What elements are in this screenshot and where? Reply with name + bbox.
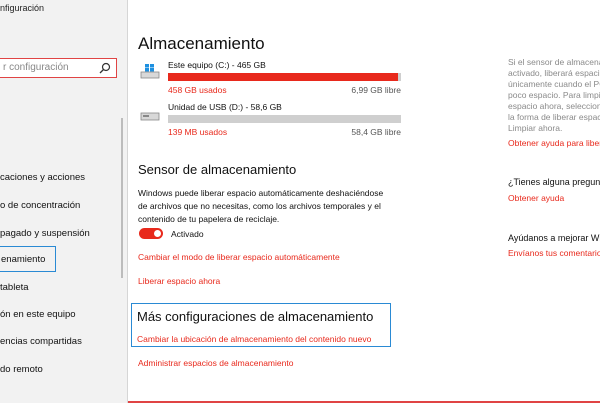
sidebar-item-remote-desktop[interactable]: do remoto [0,364,125,375]
sidebar-item-notifications[interactable]: caciones y acciones [0,172,125,183]
info-line: únicamente cuando el PC [508,79,600,89]
drive-free: 58,4 GB libre [351,127,401,137]
sidebar-item-storage[interactable]: enamiento [0,246,56,272]
get-help-freeing-link[interactable]: Obtener ayuda para liber [508,138,600,148]
info-line: espacio ahora, seleccion [508,101,600,111]
search-placeholder: r configuración [3,62,69,73]
sidebar-item-tablet[interactable]: tableta [0,282,125,293]
sidebar-item-power[interactable]: pagado y suspensión [0,228,125,239]
usb-drive-icon [140,112,160,121]
drive-free: 6,99 GB libre [351,85,401,95]
change-save-location-link[interactable]: Cambiar la ubicación de almacenamiento d… [137,334,371,344]
improve-heading: Ayúdanos a mejorar Win [508,233,600,243]
drive-name: Unidad de USB (D:) - 58,6 GB [168,102,282,112]
storage-sense-heading: Sensor de almacenamiento [138,162,297,177]
drive-usage-bar [168,115,401,123]
free-space-now-link[interactable]: Liberar espacio ahora [138,276,220,286]
sidebar-item-projecting[interactable]: ón en este equipo [0,309,125,320]
sidebar: nfiguración r configuración caciones y a… [0,0,127,403]
sidebar-scrollbar[interactable] [121,118,123,278]
page-title: Almacenamiento [138,34,265,53]
info-line: activado, liberará espaci [508,68,600,78]
toggle-label: Activado [171,229,204,239]
sidebar-item-shared-experiences[interactable]: encias compartidas [0,336,125,347]
drive-usage-bar [168,73,401,81]
window-title: nfiguración [0,3,45,13]
info-line: la forma de liberar espaci [508,112,600,122]
info-line: poco espacio. Para limpia [508,90,600,100]
search-icon [99,62,111,74]
question-heading: ¿Tienes alguna pregunta [508,177,600,187]
sidebar-item-focus-assist[interactable]: o de concentración [0,200,125,211]
toggle-knob [154,230,161,237]
storage-sense-description: Windows puede liberar espacio automática… [138,188,384,224]
drive-name: Este equipo (C:) - 465 GB [168,60,266,70]
info-line: Si el sensor de almacena [508,57,600,67]
title-bar: nfiguración [0,0,127,22]
drive-usage-fill [168,73,398,81]
storage-sense-toggle[interactable] [139,228,163,239]
search-input[interactable]: r configuración [0,58,117,78]
more-settings-heading: Más configuraciones de almacenamiento [137,309,374,324]
drive-used: 139 MB usados [168,127,228,137]
drive-used: 458 GB usados [168,85,227,95]
get-help-link[interactable]: Obtener ayuda [508,193,564,203]
send-feedback-link[interactable]: Envíanos tus comentario [508,248,600,258]
info-line: Limpiar ahora. [508,123,563,133]
main-pane: Almacenamiento Este equipo (C:) - 465 GB… [128,0,500,403]
manage-storage-spaces-link[interactable]: Administrar espacios de almacenamiento [138,358,293,368]
change-free-space-link[interactable]: Cambiar el modo de liberar espacio autom… [138,252,340,262]
windows-drive-icon [140,64,160,79]
